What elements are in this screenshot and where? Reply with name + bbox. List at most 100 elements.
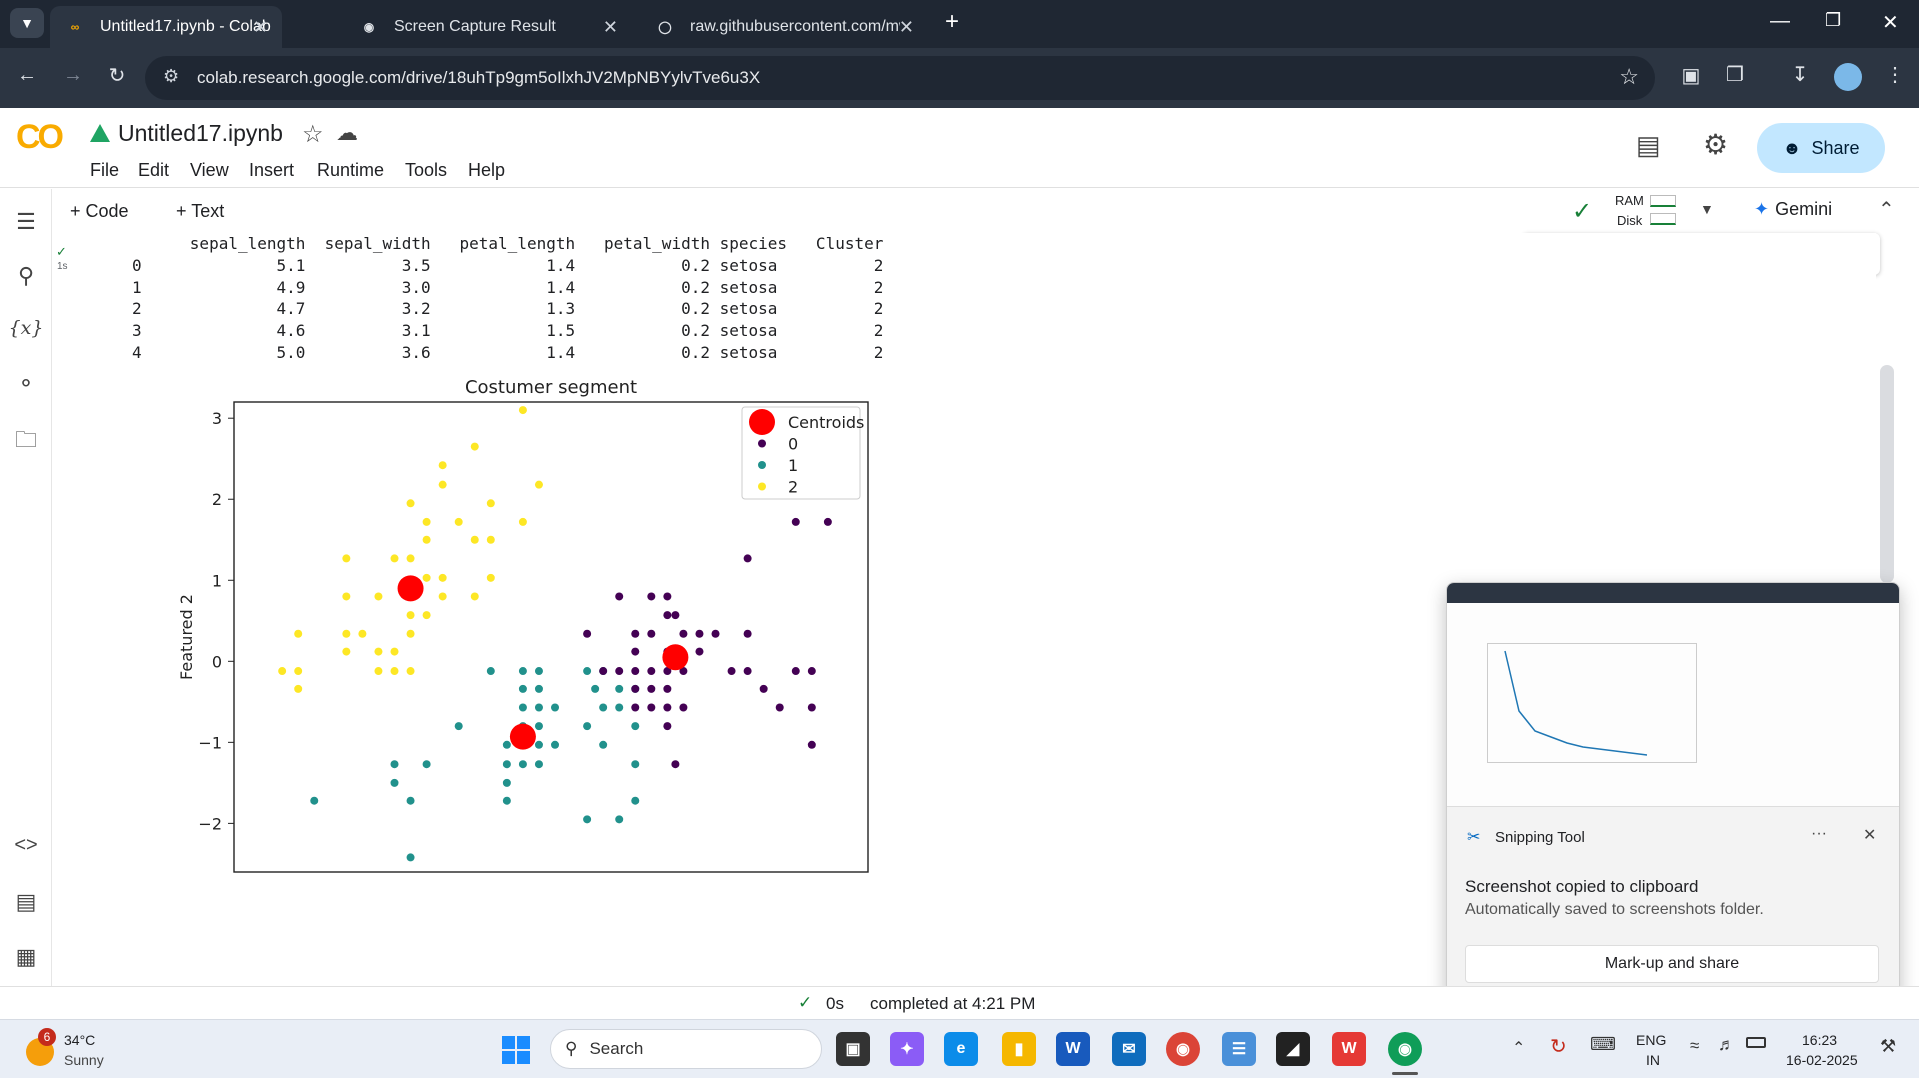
colab-icon: ∞	[70, 20, 80, 34]
menu-file[interactable]: File	[90, 160, 119, 181]
collapse-chevron-icon[interactable]: ⌃	[1878, 197, 1895, 222]
menu-view[interactable]: View	[190, 160, 229, 181]
notepad-icon[interactable]: ☰	[1222, 1032, 1256, 1066]
battery-icon[interactable]	[1746, 1037, 1766, 1048]
tray-chevron-icon[interactable]: ⌃	[1512, 1038, 1525, 1058]
command-palette-icon[interactable]: ▤	[8, 889, 44, 915]
files-folder-icon[interactable]: 🗀	[8, 423, 44, 461]
cluster-1-point	[518, 703, 527, 712]
secrets-key-icon[interactable]: ⚬	[8, 371, 44, 397]
menu-help[interactable]: Help	[468, 160, 505, 181]
wifi-icon[interactable]: ≈	[1690, 1036, 1699, 1056]
close-tab-icon[interactable]: ✕	[603, 17, 618, 38]
chrome-active-icon[interactable]: ◉	[1388, 1032, 1422, 1066]
code-snippets-icon[interactable]: <>	[8, 834, 44, 857]
output-scrollbar[interactable]	[1880, 365, 1894, 583]
reload-icon[interactable]: ↻	[102, 63, 132, 88]
close-tab-icon[interactable]: ✕	[899, 17, 914, 38]
tab-list-dropdown[interactable]: ▼	[10, 8, 44, 38]
gemini-button[interactable]: ✦ Gemini	[1754, 199, 1832, 220]
cluster-2-point	[438, 573, 447, 582]
tab-screen-capture[interactable]: ◉ Screen Capture Result ✕	[344, 6, 632, 48]
site-info-icon[interactable]: ⚙	[163, 66, 179, 87]
notebook-title[interactable]: Untitled17.ipynb	[118, 120, 283, 147]
legend-marker-1	[758, 461, 766, 469]
cluster-0-point	[647, 667, 656, 676]
screenshot-thumbnail[interactable]	[1447, 583, 1899, 807]
comments-icon[interactable]: ▤	[1636, 130, 1661, 161]
back-icon[interactable]: ←	[12, 64, 42, 87]
cluster-2-point	[294, 684, 303, 693]
menu-edit[interactable]: Edit	[138, 160, 169, 181]
word-icon[interactable]: W	[1056, 1032, 1090, 1066]
bookmark-star-icon[interactable]: ☆	[1619, 64, 1639, 90]
mail-icon[interactable]: ✉	[1112, 1032, 1146, 1066]
copilot-icon[interactable]: ✦	[890, 1032, 924, 1066]
cluster-2-point	[294, 629, 303, 638]
cluster-1-point	[518, 760, 527, 769]
terminal-icon[interactable]: ▦	[8, 944, 44, 970]
colab-header: CO Untitled17.ipynb ☆ ☁ File Edit View I…	[0, 108, 1919, 188]
notification-more-icon[interactable]: ···	[1811, 825, 1827, 843]
profile-avatar[interactable]	[1834, 63, 1862, 91]
menu-tools[interactable]: Tools	[405, 160, 447, 181]
search-icon[interactable]: ⚲	[8, 263, 44, 289]
keyboard-icon[interactable]: ⌨	[1590, 1034, 1616, 1055]
share-button[interactable]: ☻ Share	[1757, 123, 1885, 173]
cluster-0-point	[775, 703, 784, 712]
download-icon[interactable]: ↧	[1785, 62, 1815, 87]
extensions-icon[interactable]: ❐	[1720, 62, 1750, 87]
star-icon[interactable]: ☆	[302, 120, 324, 149]
clock-time[interactable]: 16:23	[1802, 1032, 1837, 1048]
markup-share-button[interactable]: Mark-up and share	[1465, 945, 1879, 983]
cluster-0-point	[631, 647, 640, 656]
camera-extension-icon[interactable]: ▣	[1676, 63, 1706, 88]
windows-start-icon[interactable]	[502, 1036, 530, 1064]
clock-date[interactable]: 16-02-2025	[1786, 1052, 1858, 1068]
close-window-button[interactable]: ✕	[1882, 10, 1899, 35]
windows-taskbar: 6 34°C Sunny ⚲ Search ▣ ✦ e ▮ W ✉ ◉ ☰ ◢ …	[0, 1019, 1919, 1078]
table-of-contents-icon[interactable]: ☰	[8, 209, 44, 235]
status-bar: ✓ 0s completed at 4:21 PM	[0, 986, 1919, 1019]
task-view-icon[interactable]: ▣	[836, 1032, 870, 1066]
wps-office-icon[interactable]: W	[1332, 1032, 1366, 1066]
status-text: completed at 4:21 PM	[870, 994, 1036, 1013]
menu-insert[interactable]: Insert	[249, 160, 294, 181]
forward-icon[interactable]: →	[58, 64, 88, 87]
taskbar-search[interactable]: ⚲ Search	[550, 1029, 822, 1069]
close-tab-icon[interactable]: ✕	[253, 17, 268, 38]
colab-logo[interactable]: CO	[16, 118, 64, 157]
cluster-1-point	[583, 722, 592, 731]
cluster-1-point	[406, 796, 415, 805]
add-code-button[interactable]: + Code	[70, 201, 129, 222]
edge-icon[interactable]: e	[944, 1032, 978, 1066]
language-eng[interactable]: ENG	[1636, 1032, 1666, 1048]
notification-bell-icon[interactable]: ⚒	[1880, 1036, 1896, 1057]
minimize-button[interactable]: —	[1770, 10, 1790, 33]
tab-colab[interactable]: ∞ Untitled17.ipynb - Colab ✕	[50, 6, 282, 48]
y-tick-label: −2	[198, 814, 222, 833]
volume-icon[interactable]: ♬	[1718, 1035, 1735, 1055]
new-tab-button[interactable]: +	[945, 8, 959, 36]
chrome-icon[interactable]: ◉	[1166, 1032, 1200, 1066]
cluster-0-point	[679, 629, 688, 638]
browser-menu-icon[interactable]: ⋮	[1880, 62, 1910, 87]
left-sidebar: ☰ ⚲ {x} ⚬ 🗀 <> ▤ ▦	[0, 189, 52, 1019]
variables-icon[interactable]: {x}	[8, 317, 44, 339]
centroid-point	[509, 723, 536, 750]
settings-icon[interactable]: ⚙	[1703, 128, 1728, 161]
tray-sync-icon[interactable]: ↻	[1550, 1034, 1567, 1059]
notification-close-icon[interactable]: ✕	[1863, 825, 1876, 845]
add-text-button[interactable]: + Text	[176, 201, 224, 222]
restore-button[interactable]: ❐	[1825, 10, 1841, 31]
resources-dropdown-icon[interactable]: ▼	[1700, 201, 1714, 217]
file-explorer-icon[interactable]: ▮	[1002, 1032, 1036, 1066]
scatter-chart: Costumer segment 3 2 1 0 −1 −2 Featured 2 Centro…	[177, 377, 869, 873]
url-input[interactable]: ⚙ colab.research.google.com/drive/18uhTp…	[145, 56, 1655, 100]
sticky-notes-icon[interactable]: ◢	[1276, 1032, 1310, 1066]
cloud-icon[interactable]: ☁	[336, 120, 358, 146]
cluster-0-point	[791, 667, 800, 676]
tab-title: Untitled17.ipynb - Colab	[100, 18, 271, 35]
tab-github-raw[interactable]: ◯ raw.githubusercontent.com/mw ✕	[640, 6, 928, 48]
menu-runtime[interactable]: Runtime	[317, 160, 384, 181]
